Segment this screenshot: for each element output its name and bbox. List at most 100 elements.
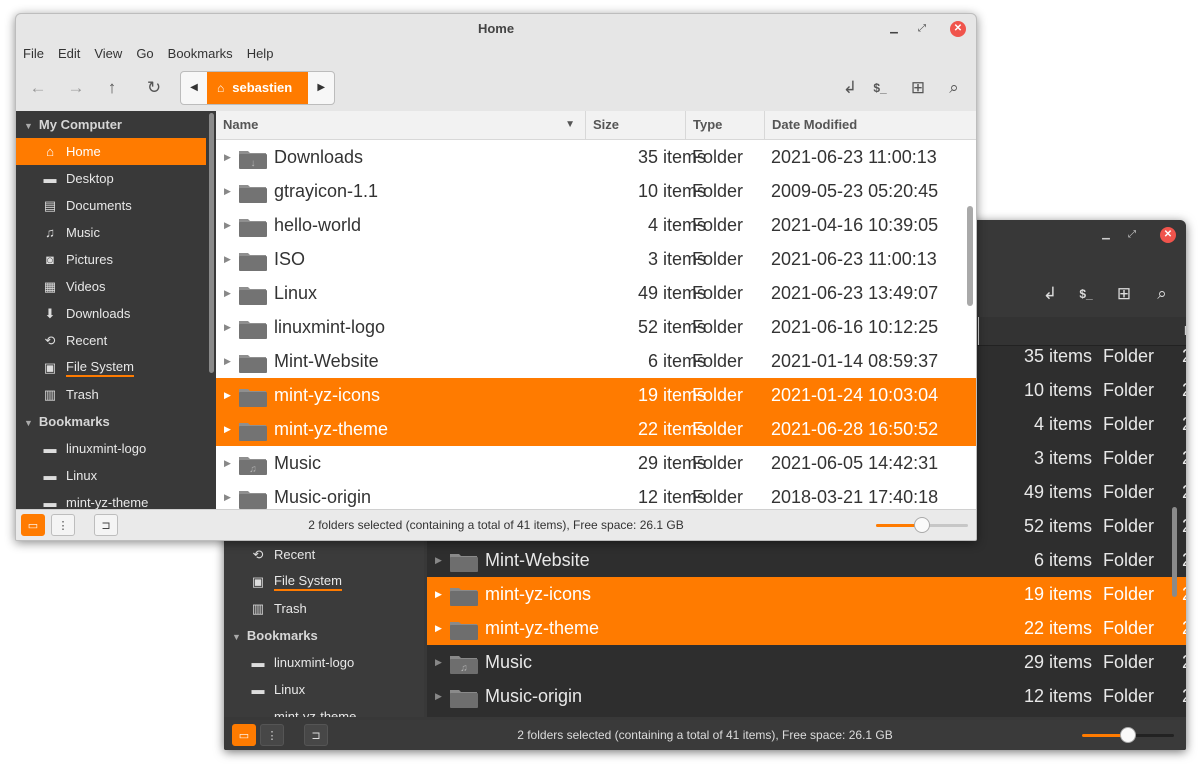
- breadcrumb-left-arrow[interactable]: ◀: [181, 72, 207, 104]
- close-button[interactable]: ✕: [1160, 227, 1176, 243]
- table-row[interactable]: ▶♫Music29 itemsFolder2021-06-05 14:42:31: [216, 446, 976, 480]
- expand-arrow-icon[interactable]: ▶: [224, 276, 234, 310]
- sidebar-section-header[interactable]: ▼ My Computer: [16, 111, 216, 138]
- file-type: Folder: [692, 317, 744, 337]
- sidebar-item-trash[interactable]: ▥ Trash: [224, 595, 414, 622]
- expand-arrow-icon[interactable]: ▶: [224, 208, 234, 242]
- sidebar-item-music[interactable]: ♫ Music: [16, 219, 216, 246]
- file-type: Folder: [692, 283, 744, 303]
- arrow-up-icon[interactable]: ↑: [96, 72, 128, 104]
- table-row[interactable]: ▶Mint-Website6 itemsFolder2021-01-14 08:…: [427, 543, 1186, 577]
- size-column-header[interactable]: Size: [586, 111, 686, 139]
- table-row[interactable]: ▶mint-yz-theme22 itemsFolder2021-06-28 1…: [216, 412, 976, 446]
- close-button[interactable]: ✕: [950, 21, 966, 37]
- minimize-button[interactable]: ▁: [886, 21, 902, 37]
- expand-arrow-icon[interactable]: ▶: [435, 577, 445, 611]
- scrollbar-thumb[interactable]: [209, 113, 214, 373]
- table-row[interactable]: ▶mint-yz-icons19 itemsFolder2021-01-24 1…: [427, 577, 1186, 611]
- zoom-knob[interactable]: [914, 517, 930, 533]
- sidebar-section-header[interactable]: ▼ Bookmarks: [16, 408, 216, 435]
- menu-file[interactable]: File: [16, 44, 51, 64]
- menu-edit[interactable]: Edit: [51, 44, 87, 64]
- arrow-left-icon[interactable]: ←: [22, 72, 54, 104]
- table-row[interactable]: ▶mint-yz-icons19 itemsFolder2021-01-24 1…: [216, 378, 976, 412]
- menu-help[interactable]: Help: [240, 44, 281, 64]
- terminal-icon[interactable]: $_: [1070, 278, 1102, 310]
- sidebar-item-videos[interactable]: ▦ Videos: [16, 273, 216, 300]
- sidebar-item-file-system[interactable]: ▣ File System: [16, 354, 216, 381]
- sidebar-item-trash[interactable]: ▥ Trash: [16, 381, 216, 408]
- zoom-slider[interactable]: [876, 517, 968, 533]
- arrow-right-icon[interactable]: →: [60, 72, 92, 104]
- sidebar-item-mint-yz-theme[interactable]: ▬ mint-yz-theme: [16, 489, 216, 509]
- date-column-header[interactable]: Date Modified: [765, 111, 965, 139]
- menu-bookmarks[interactable]: Bookmarks: [161, 44, 240, 64]
- search-icon[interactable]: ⌕: [938, 72, 970, 104]
- new-folder-icon[interactable]: ⊞: [902, 72, 934, 104]
- sidebar-scrollbar[interactable]: [206, 111, 216, 509]
- clock-icon: ⟲: [252, 547, 264, 562]
- minimize-button[interactable]: ▁: [1098, 227, 1114, 243]
- reload-icon[interactable]: ↻: [138, 72, 170, 104]
- sidebar-item-pictures[interactable]: ◙ Pictures: [16, 246, 216, 273]
- expand-arrow-icon[interactable]: ▶: [224, 480, 234, 509]
- table-row[interactable]: ▶ gtrayicon-1.1 10 itemsFolder 2009-05-23 0…: [216, 174, 976, 208]
- maximize-button[interactable]: ⤢: [1124, 227, 1140, 243]
- expand-arrow-icon[interactable]: ▶: [224, 412, 234, 446]
- expand-arrow-icon[interactable]: ▶: [435, 679, 445, 713]
- expand-arrow-icon[interactable]: ▶: [224, 242, 234, 276]
- expand-arrow-icon[interactable]: ▶: [224, 174, 234, 208]
- sidebar-item-file-system[interactable]: ▣ File System: [224, 568, 414, 595]
- name-column-header[interactable]: Name ▼: [216, 111, 586, 139]
- expand-arrow-icon[interactable]: ▶: [224, 344, 234, 378]
- sidebar-item-linux[interactable]: ▬ Linux: [224, 676, 414, 703]
- menu-view[interactable]: View: [87, 44, 129, 64]
- search-icon[interactable]: ⌕: [1146, 278, 1178, 310]
- table-row[interactable]: ▶ Linux 49 itemsFolder 2021-06-23 13:49:07: [216, 276, 976, 310]
- breadcrumb-home-segment[interactable]: ⌂ sebastien: [207, 72, 309, 104]
- sidebar-item-downloads[interactable]: ⬇ Downloads: [16, 300, 216, 327]
- breadcrumb-right-arrow[interactable]: ▶: [308, 72, 334, 104]
- new-folder-icon[interactable]: ⊞: [1108, 278, 1140, 310]
- table-row[interactable]: ▶Music-origin12 itemsFolder2018-03-21 17…: [216, 480, 976, 509]
- table-row[interactable]: ▶ ↓ Downloads 35 itemsFolder 2021-06-23 11:0…: [216, 140, 976, 174]
- expand-arrow-icon[interactable]: ▶: [224, 140, 234, 174]
- expand-arrow-icon[interactable]: ▶: [435, 543, 445, 577]
- return-arrow-icon[interactable]: ↲: [834, 72, 866, 104]
- sidebar-item-recent[interactable]: ⟲ Recent: [224, 541, 414, 568]
- table-row[interactable]: ▶♫Music29 itemsFolder2021-06-05 14:42:31: [427, 645, 1186, 679]
- file-date: 2009-05-23 05:20:45: [1182, 373, 1186, 407]
- zoom-knob[interactable]: [1120, 727, 1136, 743]
- sidebar-item-mint-yz-theme[interactable]: ▬ mint-yz-theme: [224, 703, 414, 717]
- table-row[interactable]: ▶ ISO 3 itemsFolder 2021-06-23 11:00:13: [216, 242, 976, 276]
- vertical-scrollbar[interactable]: [1172, 507, 1177, 597]
- vertical-scrollbar[interactable]: [967, 206, 973, 306]
- file-date: 2018-03-21 17:40:18: [1182, 679, 1186, 713]
- table-row[interactable]: ▶Music-origin12 itemsFolder2018-03-21 17…: [427, 679, 1186, 713]
- type-column-header[interactable]: Type: [686, 111, 765, 139]
- expand-arrow-icon[interactable]: ▶: [435, 611, 445, 645]
- sidebar-item-desktop[interactable]: ▬ Desktop: [16, 165, 216, 192]
- sidebar-item-linuxmint-logo[interactable]: ▬ linuxmint-logo: [16, 435, 216, 462]
- file-type: Folder: [1103, 550, 1155, 570]
- menu-go[interactable]: Go: [129, 44, 160, 64]
- sidebar-section-header[interactable]: ▼ Bookmarks: [224, 622, 414, 649]
- sidebar-item-linuxmint-logo[interactable]: ▬ linuxmint-logo: [224, 649, 414, 676]
- table-row[interactable]: ▶mint-yz-theme22 itemsFolder2021-06-28 1…: [427, 611, 1186, 645]
- expand-arrow-icon[interactable]: ▶: [224, 310, 234, 344]
- return-arrow-icon[interactable]: ↲: [1034, 278, 1066, 310]
- sidebar-item-documents[interactable]: ▤ Documents: [16, 192, 216, 219]
- expand-arrow-icon[interactable]: ▶: [435, 645, 445, 679]
- expand-arrow-icon[interactable]: ▶: [224, 378, 234, 412]
- sidebar-item-label: Trash: [274, 601, 307, 616]
- sidebar-item-recent[interactable]: ⟲ Recent: [16, 327, 216, 354]
- maximize-button[interactable]: ⤢: [914, 21, 930, 37]
- table-row[interactable]: ▶Mint-Website6 itemsFolder2021-01-14 08:…: [216, 344, 976, 378]
- sidebar-item-home[interactable]: ⌂ Home: [16, 138, 216, 165]
- expand-arrow-icon[interactable]: ▶: [224, 446, 234, 480]
- sidebar-item-linux[interactable]: ▬ Linux: [16, 462, 216, 489]
- terminal-icon[interactable]: $_: [864, 72, 896, 104]
- zoom-slider[interactable]: [1082, 727, 1174, 743]
- table-row[interactable]: ▶ hello-world 4 itemsFolder 2021-04-16 10:3…: [216, 208, 976, 242]
- table-row[interactable]: ▶ linuxmint-logo 52 itemsFolder 2021-06-16 …: [216, 310, 976, 344]
